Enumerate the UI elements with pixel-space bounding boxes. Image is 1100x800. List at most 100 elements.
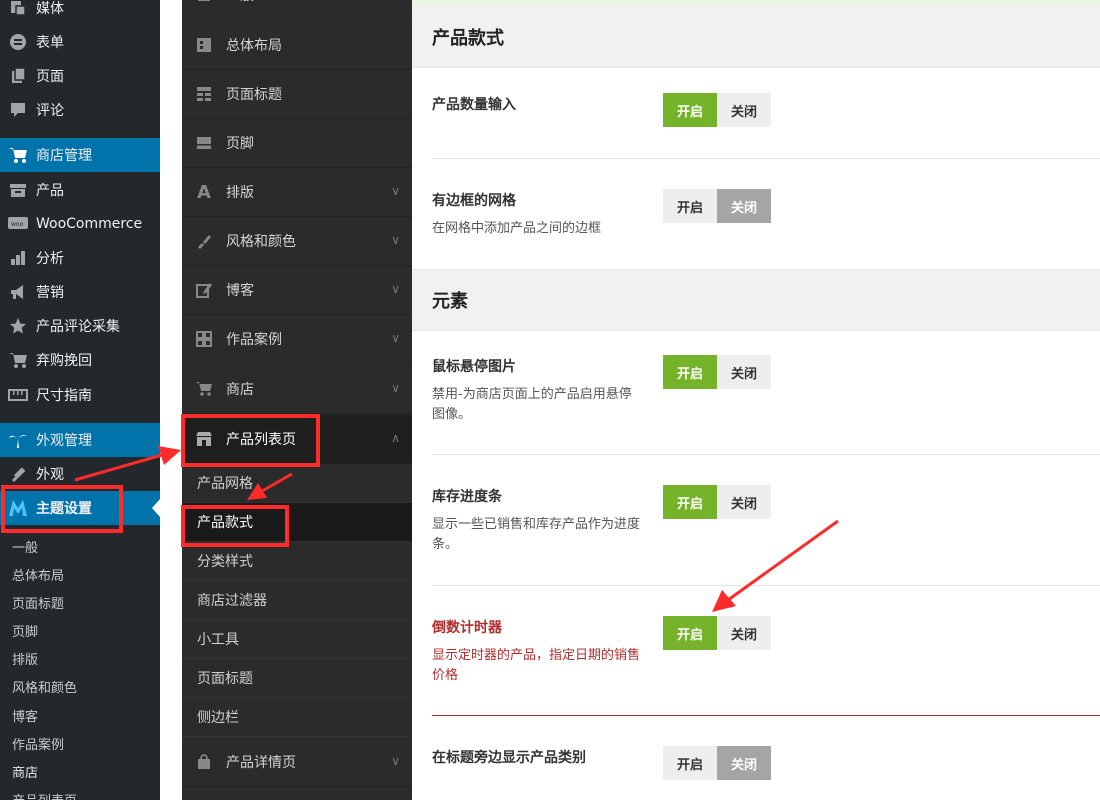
row-divider — [432, 454, 1100, 455]
wp-menu-appearance-label: 外观 — [36, 467, 64, 483]
wp-menu-reviews[interactable]: 产品评论采集 — [0, 309, 160, 343]
cart-icon — [182, 381, 226, 397]
wp-menu-cart-recovery[interactable]: 弃购挽回 — [0, 343, 160, 377]
opt-menu-typography[interactable]: A 排版 ∨ — [182, 168, 412, 217]
wp-menu-shop-manage-label: 商店管理 — [36, 148, 92, 164]
toggle-on-button[interactable]: 开启 — [663, 93, 717, 127]
opt-menu-product-detail[interactable]: 产品详情页 ∨ — [182, 738, 412, 787]
wp-menu-comments[interactable]: 评论 — [0, 93, 160, 127]
setting-title-bordered-grid: 有边框的网格 — [432, 193, 516, 209]
toggle-on-button[interactable]: 开启 — [663, 746, 717, 780]
forms-icon — [0, 33, 36, 51]
opt-submenu-product-grid[interactable]: 产品网格 — [182, 464, 412, 503]
font-icon: A — [197, 181, 211, 203]
chevron-down-icon: ∨ — [391, 233, 400, 247]
opt-menu-page-title-label: 页面标题 — [226, 87, 282, 103]
toggle-bordered-grid[interactable]: 开启 关闭 — [663, 189, 771, 223]
opt-menu-styles[interactable]: 风格和颜色 ∨ — [182, 217, 412, 266]
wp-menu-products[interactable]: 产品 — [0, 173, 160, 207]
toggle-quantity-input[interactable]: 开启 关闭 — [663, 93, 771, 127]
setting-desc-hover-image: 禁用-为商店页面上的产品启用悬停图像。 — [432, 387, 632, 422]
wp-menu-marketing[interactable]: 营销 — [0, 275, 160, 309]
woocommerce-icon: woo — [0, 217, 36, 231]
wp-menu-shop-manage[interactable]: 商店管理 — [0, 138, 160, 172]
toggle-countdown[interactable]: 开启 关闭 — [663, 616, 771, 650]
toggle-off-button[interactable]: 关闭 — [717, 616, 771, 650]
wp-submenu-general[interactable]: 一般 — [0, 532, 160, 560]
toggle-on-button[interactable]: 开启 — [663, 189, 717, 223]
page-title-icon — [182, 86, 226, 102]
wp-menu-appearance-manage[interactable]: 外观管理 — [0, 423, 160, 457]
layout-icon — [182, 37, 226, 53]
row-divider-warning — [432, 715, 1100, 716]
wp-menu-pages[interactable]: 页面 — [0, 59, 160, 93]
setting-desc-bordered-grid: 在网格中添加产品之间的边框 — [432, 221, 602, 236]
opt-menu-product-detail-label: 产品详情页 — [226, 755, 296, 771]
wp-menu-pages-label: 页面 — [36, 69, 64, 85]
grid-icon — [182, 331, 226, 347]
setting-desc-countdown: 显示定时器的产品，指定日期的销售价格 — [432, 648, 641, 683]
wp-submenu-footer[interactable]: 页脚 — [0, 616, 160, 644]
toggle-category-beside-title[interactable]: 开启 关闭 — [663, 746, 771, 780]
wp-menu-analytics-label: 分析 — [36, 251, 64, 267]
wp-submenu-shop[interactable]: 商店 — [0, 757, 160, 785]
opt-submenu-page-title[interactable]: 页面标题 — [182, 659, 412, 698]
chevron-down-icon: ∨ — [391, 754, 400, 768]
toggle-off-button[interactable]: 关闭 — [717, 189, 771, 223]
wp-menu-media[interactable]: 媒体 — [0, 0, 160, 25]
toggle-on-button[interactable]: 开启 — [663, 616, 717, 650]
toggle-stock-progress[interactable]: 开启 关闭 — [663, 485, 771, 519]
opt-menu-general-label: 一般 — [226, 0, 254, 5]
opt-menu-portfolio[interactable]: 作品案例 ∨ — [182, 315, 412, 364]
opt-menu-page-title[interactable]: 页面标题 — [182, 70, 412, 119]
products-icon — [0, 181, 36, 199]
opt-submenu-shop-filters[interactable]: 商店过滤器 — [182, 581, 412, 620]
settings-content: 产品款式 产品数量输入 开启 关闭 有边框的网格 在网格中添加产品之间的边框 开… — [412, 0, 1100, 800]
wp-submenu-product-list[interactable]: 产品列表页 — [0, 785, 160, 800]
toggle-hover-image[interactable]: 开启 关闭 — [663, 355, 771, 389]
pages-icon — [0, 67, 36, 85]
opt-menu-shop[interactable]: 商店 ∨ — [182, 365, 412, 414]
wp-submenu-page-title[interactable]: 页面标题 — [0, 588, 160, 616]
bar-chart-icon — [0, 249, 36, 267]
wp-menu-products-label: 产品 — [36, 183, 64, 199]
wp-admin-sidebar: 媒体 表单 页面 评论 商店管理 产品 woo WooCommerce 分析 营… — [0, 0, 160, 800]
opt-submenu-widgets[interactable]: 小工具 — [182, 620, 412, 659]
cart-recovery-icon — [0, 351, 36, 369]
toggle-off-button[interactable]: 关闭 — [717, 746, 771, 780]
wp-menu-analytics[interactable]: 分析 — [0, 241, 160, 275]
wp-menu-size-guide[interactable]: 尺寸指南 — [0, 378, 160, 412]
wp-menu-forms[interactable]: 表单 — [0, 25, 160, 59]
wp-menu-woocommerce[interactable]: woo WooCommerce — [0, 207, 160, 241]
wp-menu-reviews-label: 产品评论采集 — [36, 319, 120, 335]
panel-gap — [160, 0, 182, 800]
svg-text:woo: woo — [11, 221, 24, 228]
opt-menu-layout-label: 总体布局 — [226, 38, 282, 54]
opt-submenu-sidebar[interactable]: 侧边栏 — [182, 698, 412, 737]
wp-submenu-layout[interactable]: 总体布局 — [0, 560, 160, 588]
opt-menu-blog[interactable]: 博客 ∨ — [182, 266, 412, 315]
opt-menu-layout[interactable]: 总体布局 — [182, 21, 412, 70]
star-icon — [0, 317, 36, 335]
wp-menu-marketing-label: 营销 — [36, 285, 64, 301]
wp-menu-media-label: 媒体 — [36, 1, 64, 17]
wp-menu-forms-label: 表单 — [36, 35, 64, 51]
wp-submenu-portfolio[interactable]: 作品案例 — [0, 729, 160, 757]
toggle-on-button[interactable]: 开启 — [663, 485, 717, 519]
opt-menu-general[interactable]: 一般 — [182, 0, 412, 20]
toggle-off-button[interactable]: 关闭 — [717, 355, 771, 389]
highlight-product-style — [181, 505, 289, 547]
wp-menu-cart-recovery-label: 弃购挽回 — [36, 353, 92, 369]
opt-submenu-category-style[interactable]: 分类样式 — [182, 542, 412, 581]
wp-submenu-styles[interactable]: 风格和颜色 — [0, 672, 160, 700]
wp-submenu-typography[interactable]: 排版 — [0, 644, 160, 672]
opt-menu-footer[interactable]: 页脚 — [182, 119, 412, 168]
toggle-on-button[interactable]: 开启 — [663, 355, 717, 389]
wp-submenu-blog[interactable]: 博客 — [0, 701, 160, 729]
highlight-theme-settings — [1, 485, 123, 533]
comments-icon — [0, 101, 36, 119]
opt-menu-shop-label: 商店 — [226, 382, 254, 398]
toggle-off-button[interactable]: 关闭 — [717, 93, 771, 127]
toggle-off-button[interactable]: 关闭 — [717, 485, 771, 519]
brush-icon — [0, 465, 36, 483]
